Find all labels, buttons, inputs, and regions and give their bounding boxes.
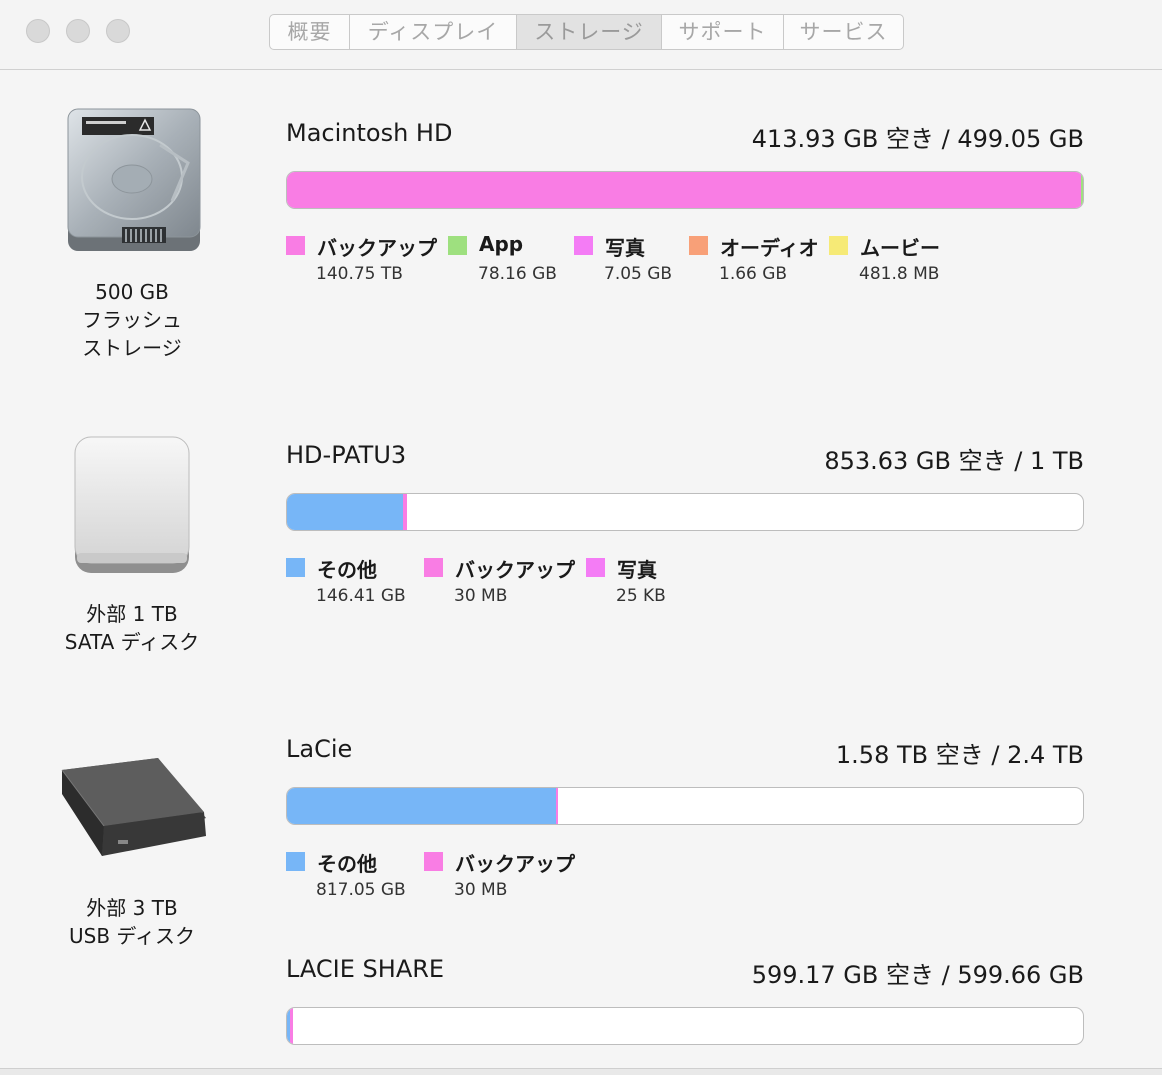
volume-free-space: 413.93 GB 空き / 499.05 GB (751, 125, 1084, 153)
legend-category: その他 (317, 558, 377, 582)
legend-category: バックアップ (455, 558, 575, 582)
legend-size: 30 MB (454, 880, 508, 900)
legend-size: 481.8 MB (859, 264, 940, 284)
legend-color-swatch (424, 558, 443, 577)
legend-category: バックアップ (455, 852, 575, 876)
legend-color-swatch (689, 236, 708, 255)
legend-color-swatch (286, 852, 305, 871)
volume-name: LACIE SHARE (286, 955, 445, 983)
tab-bar: 概要 ディスプレイ ストレージ サポート サービス (269, 14, 904, 50)
volume-free-space: 599.17 GB 空き / 599.66 GB (751, 961, 1084, 989)
legend-color-swatch (829, 236, 848, 255)
external-drive-icon (72, 435, 192, 575)
volume-name: Macintosh HD (286, 119, 453, 147)
device-label-usb: 外部 3 TB USB ディスク (32, 894, 232, 950)
usage-segment (403, 494, 408, 530)
legend-color-swatch (424, 852, 443, 871)
legend-category: 写真 (605, 236, 645, 260)
legend-category: ムービー (860, 236, 940, 260)
legend-category: 写真 (617, 558, 657, 582)
legend-size: 817.05 GB (316, 880, 406, 900)
usage-segment (287, 494, 404, 530)
device-capacity-label: 外部 3 TB (86, 896, 178, 920)
tab-service[interactable]: サービス (783, 15, 903, 49)
minimize-window-button[interactable] (66, 19, 90, 43)
usage-segment (556, 788, 559, 824)
tab-support[interactable]: サポート (661, 15, 783, 49)
legend-size: 30 MB (454, 586, 508, 606)
device-type-label: SATA ディスク (64, 630, 200, 654)
legend-category: バックアップ (317, 236, 437, 260)
device-label-sata: 外部 1 TB SATA ディスク (32, 600, 232, 656)
usage-segment (290, 1008, 294, 1044)
storage-usage-bar (286, 1007, 1084, 1045)
device-type-label: USB ディスク (68, 924, 195, 948)
title-bar: 概要 ディスプレイ ストレージ サポート サービス (0, 0, 1162, 70)
volume-name: LaCie (286, 735, 353, 763)
tab-displays[interactable]: ディスプレイ (349, 15, 516, 49)
device-capacity-label: 外部 1 TB (86, 602, 178, 626)
device-capacity-label: 500 GB (95, 280, 169, 304)
legend-size: 25 KB (616, 586, 666, 606)
usage-segment (287, 172, 1081, 208)
volume-free-space: 1.58 TB 空き / 2.4 TB (835, 741, 1084, 769)
tab-overview[interactable]: 概要 (270, 15, 349, 49)
legend-size: 146.41 GB (316, 586, 406, 606)
storage-usage-bar (286, 493, 1084, 531)
storage-usage-bar (286, 171, 1084, 209)
storage-usage-bar (286, 787, 1084, 825)
device-type-label: フラッシュ (82, 308, 182, 332)
legend-size: 7.05 GB (604, 264, 673, 284)
zoom-window-button[interactable] (106, 19, 130, 43)
legend-size: 78.16 GB (478, 264, 557, 284)
legend-color-swatch (448, 236, 467, 255)
legend-size: 140.75 TB (316, 264, 403, 284)
usage-segment (1080, 172, 1083, 208)
volume-free-space: 853.63 GB 空き / 1 TB (824, 447, 1084, 475)
legend-size: 1.66 GB (719, 264, 788, 284)
legend-color-swatch (574, 236, 593, 255)
volume-name: HD-PATU3 (286, 441, 407, 469)
legend-color-swatch (586, 558, 605, 577)
tab-storage[interactable]: ストレージ (516, 15, 661, 49)
device-type-label: ストレージ (82, 336, 182, 360)
usage-segment (287, 788, 557, 824)
legend-color-swatch (286, 558, 305, 577)
device-label-flash-storage: 500 GB フラッシュ ストレージ (32, 278, 232, 362)
close-window-button[interactable] (26, 19, 50, 43)
legend-color-swatch (286, 236, 305, 255)
legend-category: App (479, 232, 524, 256)
lacie-usb-drive-icon (58, 756, 208, 861)
legend-category: オーディオ (720, 236, 819, 260)
internal-hard-drive-icon (60, 105, 205, 255)
legend-category: その他 (317, 852, 377, 876)
